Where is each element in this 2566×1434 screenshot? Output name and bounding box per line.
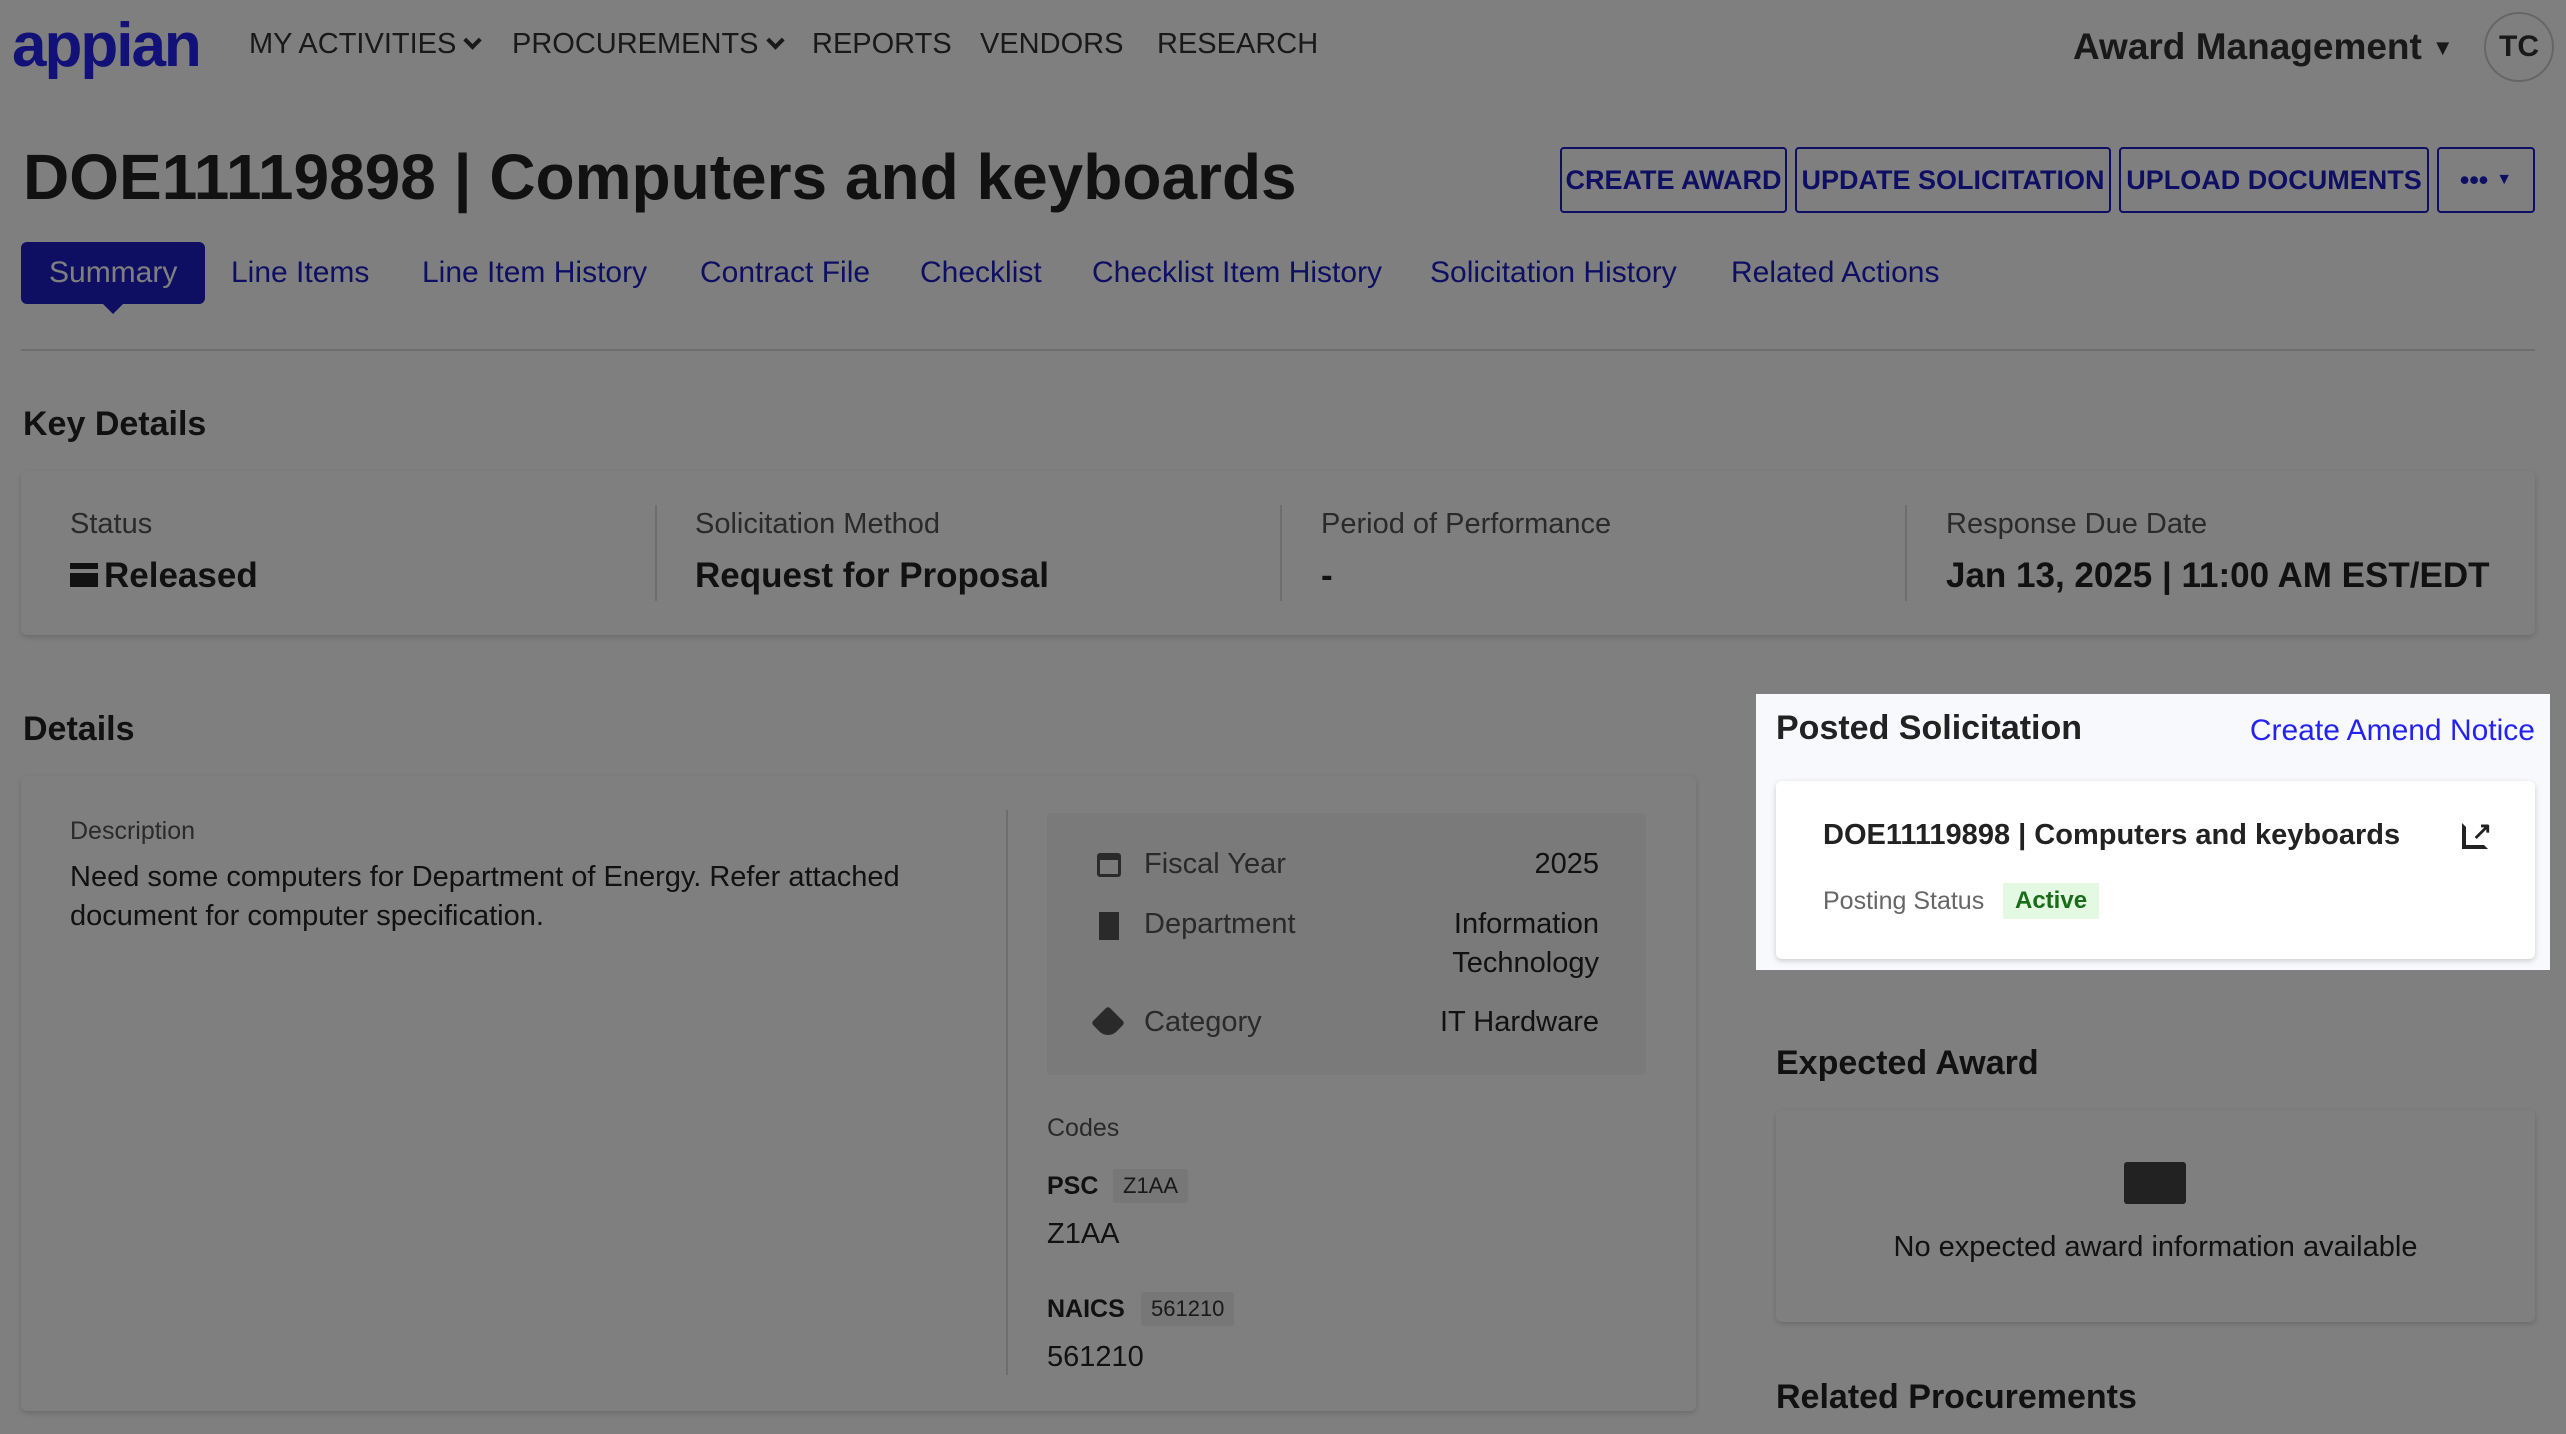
chevron-down-icon	[765, 31, 785, 50]
fiscal-year-value: 2025	[1534, 848, 1599, 880]
posting-status-badge: Active	[2003, 883, 2100, 919]
nav-label: MY ACTIVITIES	[249, 28, 457, 60]
solicitation-method-label: Solicitation Method	[695, 508, 941, 540]
app-switcher[interactable]: Award Management ▼	[2073, 26, 2454, 68]
naics-label: NAICS	[1047, 1295, 1125, 1323]
description-line: document for computer specification.	[70, 900, 544, 932]
tab-contract-file[interactable]: Contract File	[700, 242, 870, 304]
naics-badge: 561210	[1141, 1292, 1235, 1326]
create-amend-notice-link[interactable]: Create Amend Notice	[2250, 714, 2535, 748]
caret-down-icon: ▼	[2431, 35, 2454, 60]
expected-award-card	[1776, 1110, 2535, 1322]
solicitation-method-value: Request for Proposal	[695, 556, 1049, 595]
appian-logo[interactable]: appian	[12, 10, 202, 81]
nav-vendors[interactable]: VENDORS	[980, 28, 1123, 61]
related-procurements-heading: Related Procurements	[1776, 1378, 2137, 1416]
building-icon	[1099, 912, 1119, 940]
empty-box-icon	[2124, 1162, 2186, 1204]
nav-label: PROCUREMENTS	[512, 28, 759, 60]
period-of-performance-value: -	[1321, 556, 1333, 595]
description-label: Description	[70, 817, 196, 845]
tab-line-items[interactable]: Line Items	[231, 242, 369, 304]
posted-solicitation-panel: Posted Solicitation Create Amend Notice …	[1756, 694, 2550, 970]
category-label: Category	[1144, 1006, 1262, 1038]
expected-award-heading: Expected Award	[1776, 1044, 2039, 1082]
update-solicitation-button[interactable]: UPDATE SOLICITATION	[1795, 147, 2111, 213]
psc-label: PSC	[1047, 1172, 1099, 1200]
description-line: Need some computers for Department of En…	[70, 861, 900, 893]
department-label: Department	[1144, 908, 1296, 940]
calendar-icon	[1097, 853, 1121, 877]
posted-solicitation-card[interactable]: DOE11119898 | Computers and keyboards ↗ …	[1776, 781, 2535, 959]
key-details-card	[21, 471, 2535, 635]
response-due-date-label: Response Due Date	[1946, 508, 2208, 540]
category-value: IT Hardware	[1439, 1006, 1599, 1038]
nav-procurements[interactable]: PROCUREMENTS	[512, 28, 785, 61]
tab-checklist-item-history[interactable]: Checklist Item History	[1092, 242, 1382, 304]
nav-reports[interactable]: REPORTS	[812, 28, 952, 61]
posted-solicitation-title[interactable]: DOE11119898 | Computers and keyboards	[1823, 819, 2400, 852]
response-due-date-value: Jan 13, 2025 | 11:00 AM EST/EDT	[1946, 556, 2490, 595]
status-value: Released	[70, 556, 258, 596]
tab-checklist[interactable]: Checklist	[920, 242, 1042, 304]
tab-solicitation-history[interactable]: Solicitation History	[1430, 242, 1677, 304]
divider	[1006, 810, 1008, 1375]
tab-line-item-history[interactable]: Line Item History	[422, 242, 647, 304]
details-heading: Details	[23, 710, 135, 748]
naics-value: 561210	[1047, 1341, 1144, 1373]
divider	[1905, 505, 1907, 601]
fiscal-year-label: Fiscal Year	[1144, 848, 1286, 880]
upload-documents-button[interactable]: UPLOAD DOCUMENTS	[2119, 147, 2429, 213]
divider	[655, 505, 657, 601]
period-of-performance-label: Period of Performance	[1321, 508, 1612, 540]
codes-label: Codes	[1047, 1114, 1120, 1142]
avatar[interactable]: TC	[2484, 12, 2554, 82]
app-switcher-label: Award Management	[2073, 26, 2422, 67]
page-title: DOE11119898 | Computers and keyboards	[23, 141, 1297, 213]
avatar-initials: TC	[2499, 30, 2539, 63]
tabs-divider	[21, 349, 2535, 351]
chevron-down-icon	[463, 31, 483, 50]
nav-my-activities[interactable]: MY ACTIVITIES	[249, 28, 483, 61]
expected-award-empty-text: No expected award information available	[1893, 1231, 2418, 1263]
posted-solicitation-heading: Posted Solicitation	[1776, 709, 2083, 747]
tab-summary[interactable]: Summary	[21, 242, 206, 314]
create-award-button[interactable]: CREATE AWARD	[1560, 147, 1787, 213]
department-value: Information	[1453, 908, 1599, 940]
more-actions-button[interactable]: ••• ▼	[2437, 147, 2535, 213]
department-value: Technology	[1452, 947, 1599, 979]
caret-down-icon: ▼	[2496, 171, 2513, 188]
status-text: Released	[104, 556, 258, 595]
nav-research[interactable]: RESEARCH	[1157, 28, 1318, 61]
archive-icon	[70, 563, 98, 587]
more-icon: •••	[2459, 164, 2489, 195]
psc-value: Z1AA	[1047, 1218, 1120, 1250]
external-link-icon[interactable]: ↗	[2462, 818, 2492, 849]
divider	[1280, 505, 1282, 601]
tab-related-actions[interactable]: Related Actions	[1731, 242, 1939, 304]
status-label: Status	[70, 508, 153, 540]
key-details-heading: Key Details	[23, 405, 207, 443]
posting-status-label: Posting Status	[1823, 887, 1985, 915]
psc-badge: Z1AA	[1113, 1169, 1189, 1203]
